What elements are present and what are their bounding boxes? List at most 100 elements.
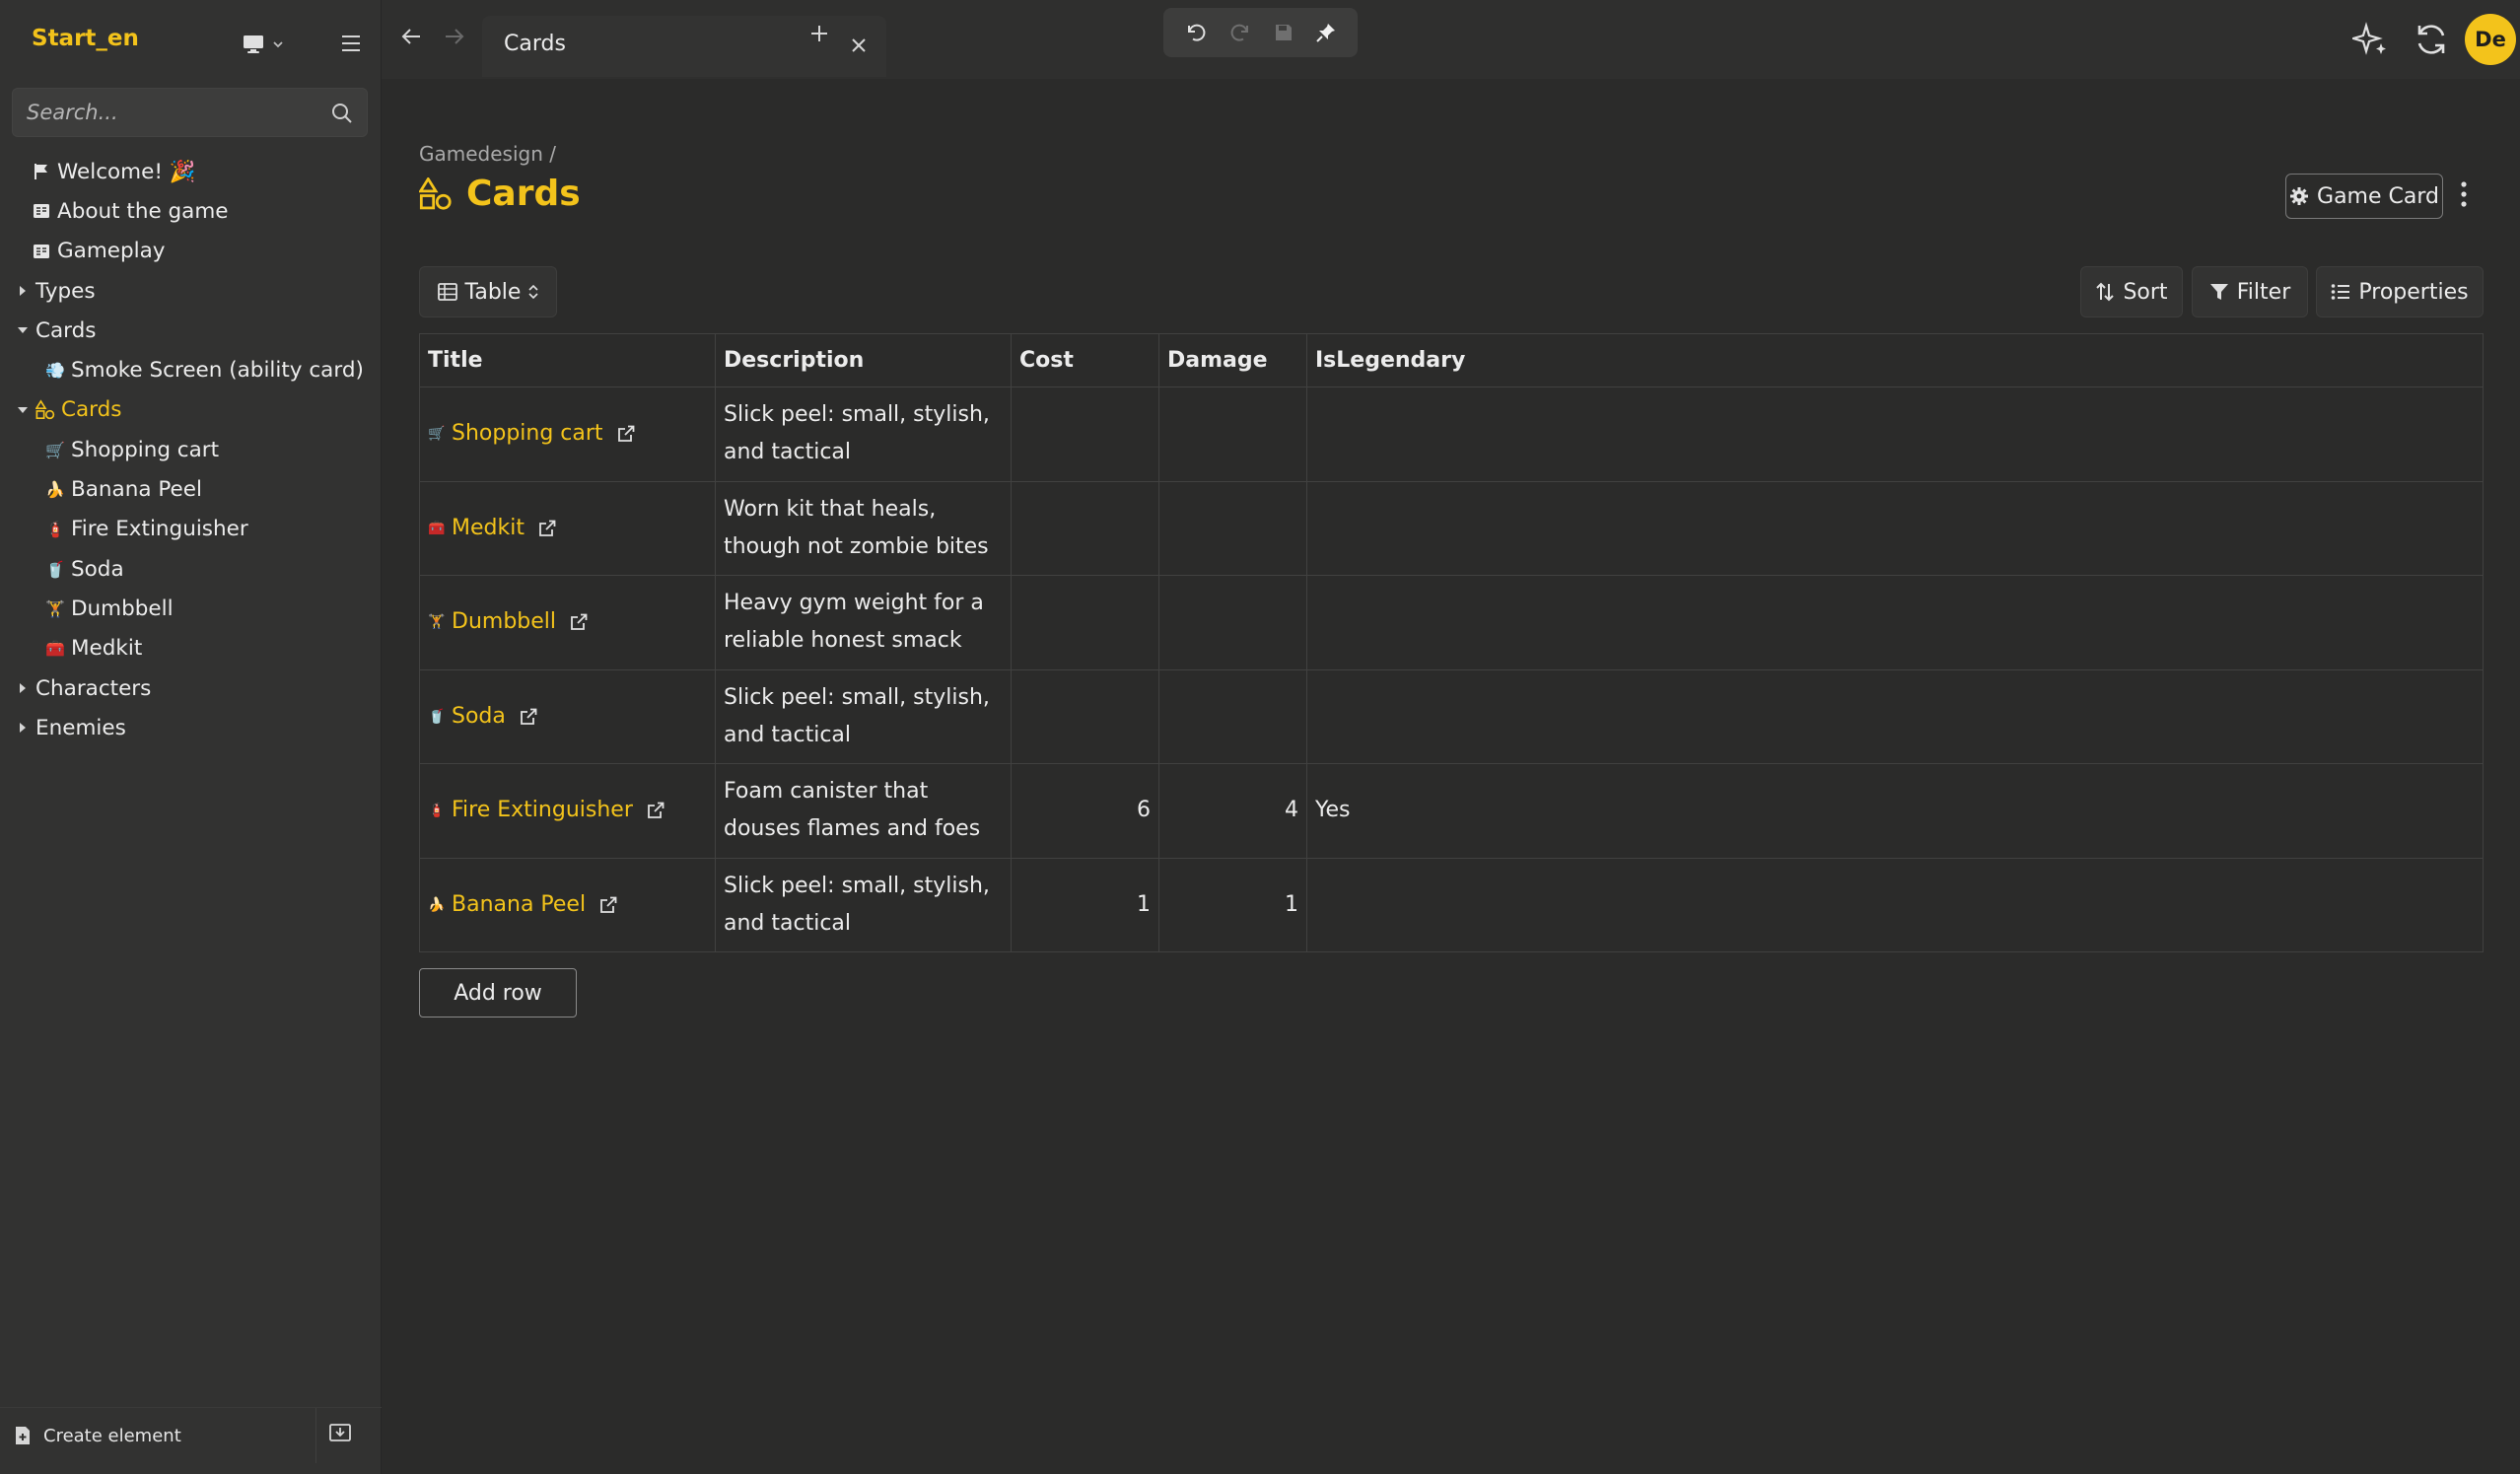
description-cell[interactable]: Foam canister that douses flames and foe… <box>715 763 1012 859</box>
description-cell[interactable]: Slick peel: small, stylish, and tactical <box>715 668 1012 764</box>
sidebar-item-shopping-cart[interactable]: 🛒 Shopping cart <box>0 430 382 469</box>
row-title-link[interactable]: Shopping cart <box>452 415 603 453</box>
page-title: Cards <box>419 174 581 214</box>
pin-icon[interactable] <box>1316 23 1336 42</box>
damage-cell[interactable] <box>1158 668 1307 764</box>
islegendary-cell[interactable] <box>1306 668 2484 764</box>
cost-cell[interactable]: 1 <box>1011 857 1159 952</box>
close-icon[interactable] <box>851 37 867 53</box>
row-title-link[interactable]: Banana Peel <box>452 886 586 924</box>
sidebar-item-about-the-game[interactable]: About the game <box>0 191 382 231</box>
title-cell[interactable]: 🧰 Medkit <box>419 480 716 576</box>
undo-icon[interactable] <box>1185 22 1207 43</box>
sidebar-item-enemies[interactable]: Enemies <box>0 708 382 747</box>
back-button[interactable] <box>401 28 421 45</box>
cost-cell[interactable] <box>1011 386 1159 482</box>
cost-cell[interactable] <box>1011 668 1159 764</box>
description-cell[interactable]: Worn kit that heals, though not zombie b… <box>715 480 1012 576</box>
damage-cell[interactable] <box>1158 480 1307 576</box>
external-link-icon[interactable] <box>520 708 537 726</box>
list-icon <box>2331 283 2350 301</box>
sidebar-item-dumbbell[interactable]: 🏋 Dumbbell <box>0 589 382 628</box>
damage-cell[interactable]: 1 <box>1158 857 1307 952</box>
footer-divider <box>315 1408 316 1463</box>
sidebar-item-welcome[interactable]: Welcome! 🎉 <box>0 152 382 191</box>
create-element-button[interactable]: Create element <box>14 1416 310 1455</box>
title-cell[interactable]: 🍌 Banana Peel <box>419 857 716 952</box>
ai-assistant-button[interactable] <box>2352 22 2388 57</box>
device-selector[interactable] <box>243 30 302 59</box>
more-options-button[interactable] <box>2460 181 2468 207</box>
title-cell[interactable]: 🧯 Fire Extinguisher <box>419 763 716 859</box>
new-tab-button[interactable] <box>809 24 829 43</box>
redo-icon[interactable] <box>1229 22 1251 43</box>
description-cell[interactable]: Slick peel: small, stylish, and tactical <box>715 857 1012 952</box>
cost-cell[interactable] <box>1011 575 1159 670</box>
medkit-emoji-icon: 🧰 <box>45 639 65 659</box>
add-row-button[interactable]: Add row <box>419 968 577 1018</box>
sidebar-item-fire-extinguisher[interactable]: 🧯 Fire Extinguisher <box>0 510 382 549</box>
row-title-link[interactable]: Dumbbell <box>452 603 556 641</box>
sidebar-item-banana-peel[interactable]: 🍌 Banana Peel <box>0 469 382 509</box>
monitor-icon <box>243 35 264 54</box>
arrow-left-icon <box>401 28 421 45</box>
chevron-right-icon[interactable] <box>14 285 32 297</box>
description-cell[interactable]: Slick peel: small, stylish, and tactical <box>715 386 1012 482</box>
external-link-icon[interactable] <box>647 802 665 819</box>
row-title-link[interactable]: Soda <box>452 698 506 736</box>
import-button[interactable] <box>329 1422 351 1441</box>
forward-button[interactable] <box>445 28 464 45</box>
damage-cell[interactable]: 4 <box>1158 763 1307 859</box>
filter-button[interactable]: Filter <box>2192 266 2308 317</box>
breadcrumb[interactable]: Gamedesign / <box>419 142 556 166</box>
sidebar-item-types[interactable]: Types <box>0 271 382 311</box>
sidebar-item-gameplay[interactable]: Gameplay <box>0 232 382 271</box>
title-cell[interactable]: 🏋 Dumbbell <box>419 575 716 670</box>
islegendary-cell[interactable] <box>1306 386 2484 482</box>
title-cell[interactable]: 🥤 Soda <box>419 668 716 764</box>
column-header-damage[interactable]: Damage <box>1158 333 1307 387</box>
column-header-cost[interactable]: Cost <box>1011 333 1159 387</box>
cost-cell[interactable]: 6 <box>1011 763 1159 859</box>
description-cell[interactable]: Heavy gym weight for a reliable honest s… <box>715 575 1012 670</box>
external-link-icon[interactable] <box>538 520 556 537</box>
view-selector[interactable]: Table <box>419 266 557 317</box>
external-link-icon[interactable] <box>570 613 588 631</box>
chevron-right-icon[interactable] <box>14 722 32 734</box>
column-header-description[interactable]: Description <box>715 333 1012 387</box>
cards-table: Title Description Cost Damage IsLegendar… <box>419 333 2484 952</box>
islegendary-cell[interactable] <box>1306 857 2484 952</box>
external-link-icon[interactable] <box>599 896 617 914</box>
title-cell[interactable]: 🛒 Shopping cart <box>419 386 716 482</box>
row-title-link[interactable]: Fire Extinguisher <box>452 792 633 829</box>
islegendary-cell[interactable] <box>1306 575 2484 670</box>
app-title[interactable]: Start_en <box>32 26 139 51</box>
template-button[interactable]: Game Card <box>2285 174 2443 219</box>
cost-cell[interactable] <box>1011 480 1159 576</box>
islegendary-cell[interactable]: Yes <box>1306 763 2484 859</box>
sidebar-item-soda[interactable]: 🥤 Soda <box>0 549 382 589</box>
search-input[interactable] <box>27 89 322 136</box>
sidebar-item-smoke-screen[interactable]: 💨 Smoke Screen (ability card) <box>0 350 382 389</box>
search-icon[interactable] <box>331 103 353 124</box>
column-header-islegendary[interactable]: IsLegendary <box>1306 333 2484 387</box>
sort-button[interactable]: Sort <box>2080 266 2183 317</box>
sidebar-item-cards-folder[interactable]: Cards <box>0 311 382 350</box>
sidebar-item-medkit[interactable]: 🧰 Medkit <box>0 629 382 668</box>
properties-button[interactable]: Properties <box>2316 266 2484 317</box>
column-header-title[interactable]: Title <box>419 333 716 387</box>
damage-cell[interactable] <box>1158 575 1307 670</box>
sidebar-item-characters[interactable]: Characters <box>0 668 382 708</box>
chevron-down-icon[interactable] <box>14 326 32 334</box>
external-link-icon[interactable] <box>617 425 635 443</box>
chevron-down-icon[interactable] <box>14 406 32 414</box>
user-avatar[interactable]: De <box>2465 14 2516 65</box>
save-icon[interactable] <box>1274 23 1294 42</box>
sync-button[interactable] <box>2414 22 2449 57</box>
islegendary-cell[interactable] <box>1306 480 2484 576</box>
damage-cell[interactable] <box>1158 386 1307 482</box>
hamburger-menu-button[interactable] <box>339 30 363 57</box>
chevron-right-icon[interactable] <box>14 682 32 694</box>
sidebar-item-cards-database[interactable]: Cards <box>0 390 382 430</box>
row-title-link[interactable]: Medkit <box>452 510 525 547</box>
